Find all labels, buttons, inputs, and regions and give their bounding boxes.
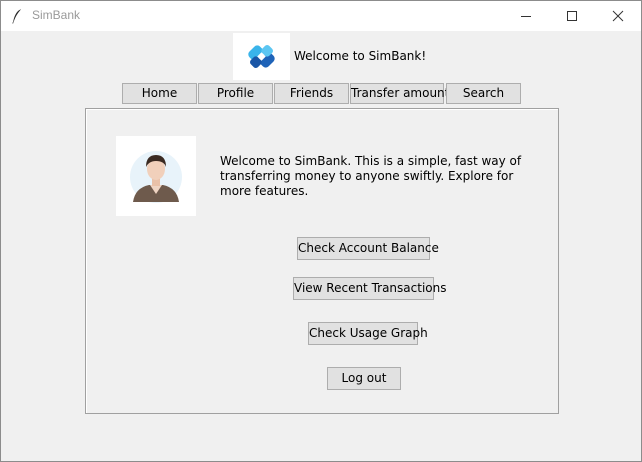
close-button[interactable] xyxy=(595,1,641,31)
simbank-logo xyxy=(233,33,290,80)
nav-home-button[interactable]: Home xyxy=(122,83,197,104)
welcome-heading: Welcome to SimBank! xyxy=(294,49,427,63)
title-bar[interactable]: SimBank xyxy=(1,1,641,31)
nav-transfer-button[interactable]: Transfer amount xyxy=(350,83,449,104)
close-icon xyxy=(612,10,624,22)
logout-button[interactable]: Log out xyxy=(327,367,401,390)
nav-friends-button[interactable]: Friends xyxy=(274,83,349,104)
intro-text: Welcome to SimBank. This is a simple, fa… xyxy=(220,154,522,198)
check-balance-button[interactable]: Check Account Balance xyxy=(297,237,439,260)
user-avatar xyxy=(116,136,196,216)
minimize-icon xyxy=(521,16,531,17)
recent-transactions-button[interactable]: View Recent Transactions xyxy=(293,277,446,300)
feather-icon xyxy=(12,8,22,24)
maximize-button[interactable] xyxy=(549,1,595,31)
usage-graph-button[interactable]: Check Usage Graph xyxy=(308,322,428,345)
user-avatar-icon xyxy=(130,151,182,203)
minimize-button[interactable] xyxy=(503,1,549,31)
simbank-logo-icon xyxy=(248,45,275,68)
app-window: SimBank Welcome to SimBank! Home Profile… xyxy=(0,0,642,462)
nav-search-button[interactable]: Search xyxy=(446,83,521,104)
nav-profile-button[interactable]: Profile xyxy=(198,83,273,104)
window-title: SimBank xyxy=(32,8,81,22)
maximize-icon xyxy=(567,11,577,21)
